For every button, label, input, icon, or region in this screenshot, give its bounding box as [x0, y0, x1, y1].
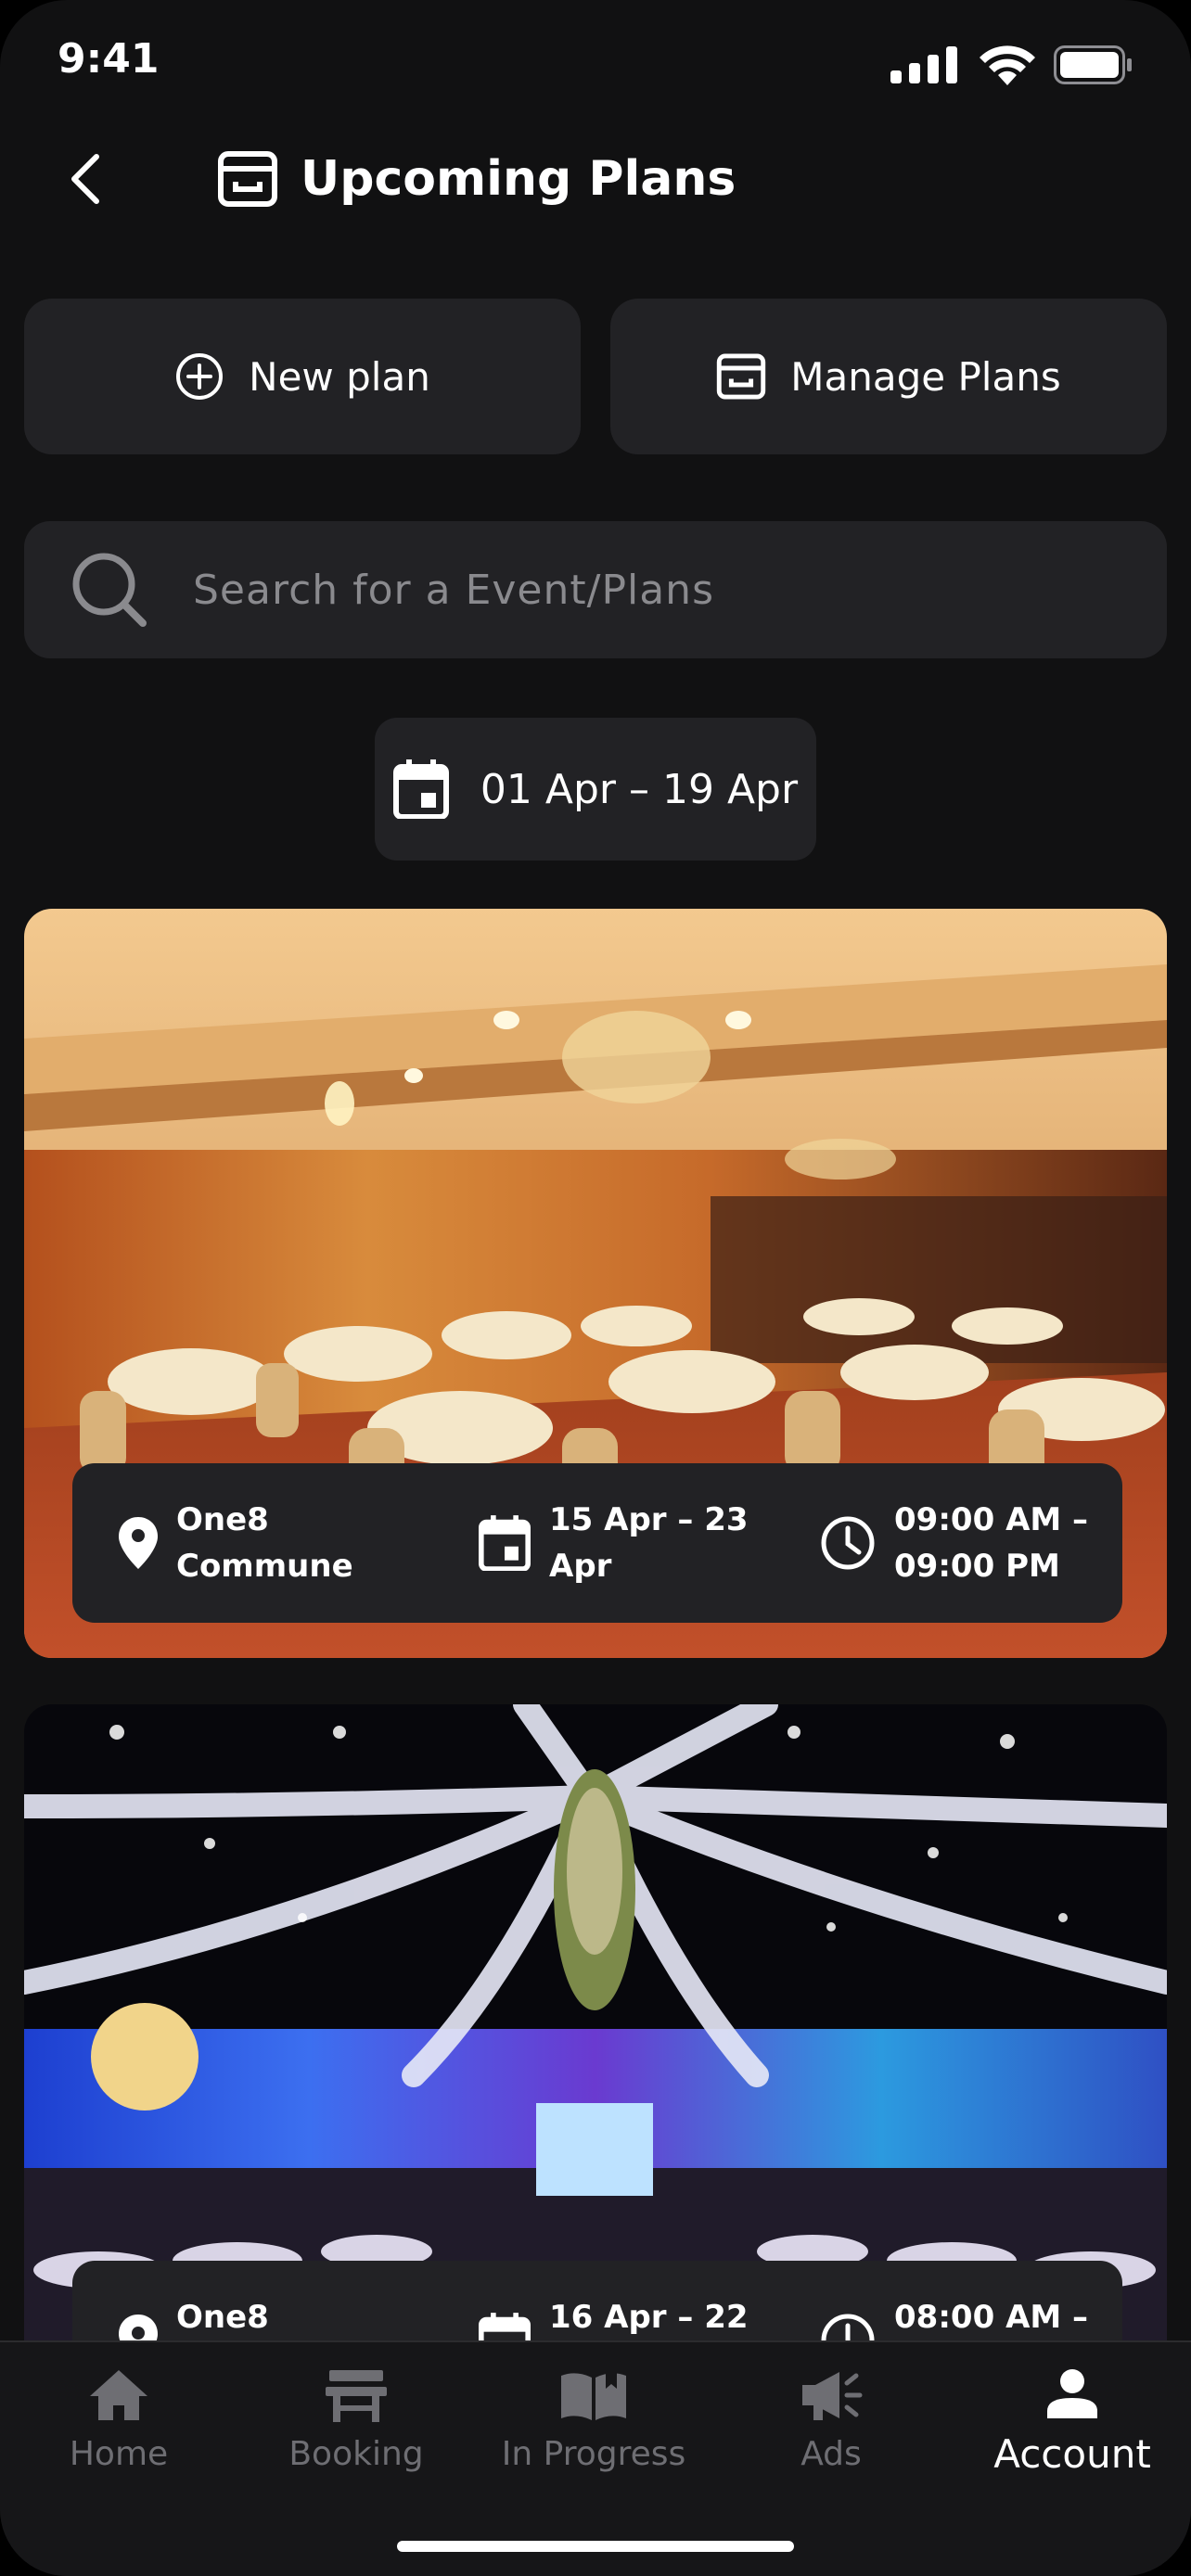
archive-icon	[218, 151, 277, 207]
nav-item-account[interactable]: Account	[954, 2368, 1191, 2477]
manage-plans-button[interactable]: Manage Plans	[610, 299, 1167, 454]
event-location: One8 Commune	[119, 1497, 390, 1589]
event-dates: 15 Apr – 23 Apr	[479, 1497, 762, 1589]
event-time: 09:00 AM – 09:00 PM	[820, 1497, 1108, 1589]
home-indicator	[397, 2541, 794, 2552]
manage-plans-label: Manage Plans	[790, 353, 1061, 400]
status-icons	[890, 45, 1133, 85]
event-time-text: 09:00 AM – 09:00 PM	[894, 1501, 1089, 1585]
search-input[interactable]	[191, 565, 1122, 615]
event-location-text: One8 Commune	[176, 1501, 353, 1585]
event-info-bar: One8 Commune 15 Apr – 23 Apr 09:00 AM – …	[72, 1463, 1122, 1623]
calendar-icon	[479, 1515, 531, 1571]
archive-icon	[717, 353, 766, 400]
search-bar[interactable]	[24, 521, 1167, 658]
signal-icon	[890, 46, 957, 83]
home-icon	[90, 2370, 147, 2420]
event-card[interactable]: One8 Commune 15 Apr – 23 Apr 09:00 AM – …	[24, 909, 1167, 1658]
plus-circle-icon	[176, 353, 224, 400]
calendar-icon	[392, 759, 449, 819]
nav-item-ads[interactable]: Ads	[712, 2368, 950, 2473]
back-button[interactable]	[58, 147, 113, 211]
megaphone-icon	[802, 2372, 863, 2420]
person-icon	[1047, 2369, 1097, 2418]
date-range-filter[interactable]: 01 Apr – 19 Apr	[375, 718, 816, 861]
status-time: 9:41	[58, 35, 160, 83]
location-pin-icon	[119, 1517, 158, 1569]
nav-label: Home	[69, 2435, 169, 2473]
search-icon	[72, 553, 147, 627]
nav-item-home[interactable]: Home	[0, 2368, 237, 2473]
nav-item-booking[interactable]: Booking	[237, 2368, 475, 2473]
event-dates-text: 15 Apr – 23 Apr	[549, 1501, 749, 1585]
booking-icon	[326, 2370, 387, 2422]
clock-icon	[821, 1516, 875, 1570]
page-header: Upcoming Plans	[217, 150, 736, 208]
new-plan-label: New plan	[249, 353, 430, 400]
book-open-icon	[561, 2368, 626, 2420]
page-title: Upcoming Plans	[301, 151, 736, 207]
new-plan-button[interactable]: New plan	[24, 299, 581, 454]
chevron-left-icon	[71, 154, 99, 204]
date-range-label: 01 Apr – 19 Apr	[480, 765, 799, 813]
nav-label: Ads	[800, 2435, 862, 2473]
upcoming-plans-screen: 9:41 Upcoming Plans New plan Manage Plan…	[0, 0, 1191, 2576]
nav-label: Account	[993, 2431, 1151, 2477]
nav-label: Booking	[288, 2435, 424, 2473]
nav-item-in-progress[interactable]: In Progress	[475, 2368, 712, 2473]
battery-icon	[1054, 45, 1132, 84]
wifi-icon	[980, 45, 1035, 85]
nav-label: In Progress	[501, 2435, 686, 2473]
